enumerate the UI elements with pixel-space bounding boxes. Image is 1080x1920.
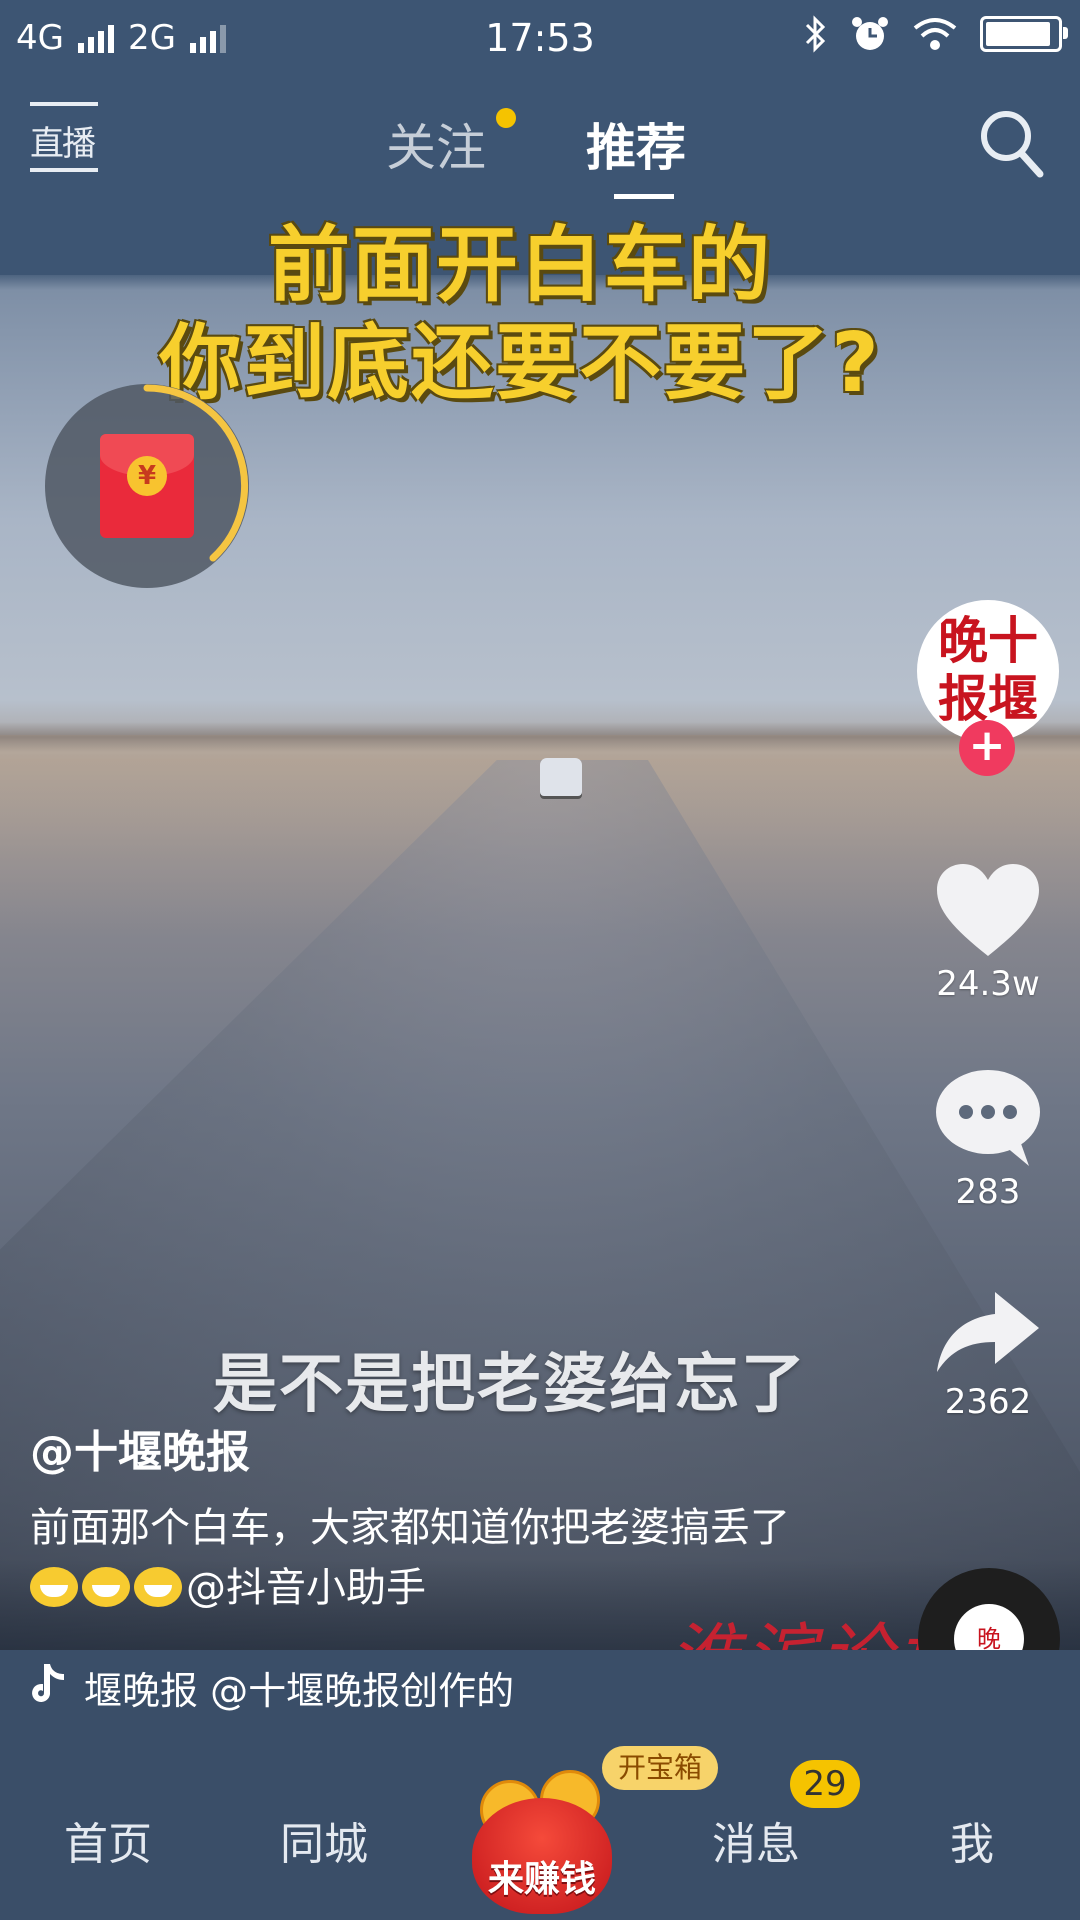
treasure-chest-badge[interactable]: 开宝箱	[602, 1746, 719, 1790]
share-arrow-icon	[937, 1292, 1039, 1372]
wifi-icon	[913, 18, 957, 50]
search-icon[interactable]	[978, 108, 1044, 178]
author-handle[interactable]: @十堰晚报	[30, 1416, 250, 1480]
bluetooth-icon	[805, 15, 826, 53]
battery-icon	[980, 16, 1068, 52]
nav-nearby[interactable]: 同城	[280, 1808, 368, 1872]
status-bar: 4G 2G 17:53	[0, 0, 1080, 78]
status-icons	[804, 14, 1068, 54]
grin-emoji-icon	[134, 1567, 182, 1607]
comment-button[interactable]: 283	[920, 1068, 1056, 1212]
nav-messages[interactable]: 消息	[712, 1808, 800, 1872]
live-button[interactable]: 直播	[30, 102, 98, 172]
follow-notification-dot	[496, 108, 516, 128]
video-horizon	[0, 722, 1080, 752]
alarm-icon	[852, 17, 888, 50]
avatar-logo: 晚十 报堰	[938, 611, 1038, 728]
mention-link[interactable]: @抖音小助手	[186, 1565, 426, 1611]
tiktok-note-icon	[32, 1664, 64, 1702]
tab-follow[interactable]: 关注	[386, 108, 486, 180]
music-bar[interactable]: 堰晚报 @十堰晚报创作的	[0, 1650, 1080, 1720]
follow-button[interactable]: +	[959, 720, 1015, 776]
comment-count: 283	[955, 1172, 1021, 1212]
live-label: 直播	[30, 124, 96, 164]
like-count: 24.3w	[936, 964, 1040, 1004]
nav-home[interactable]: 首页	[64, 1808, 152, 1872]
video-white-car	[540, 758, 582, 796]
grin-emoji-icon	[82, 1567, 130, 1607]
top-nav: 直播 关注 推荐	[0, 90, 1080, 200]
tab-recommend[interactable]: 推荐	[586, 108, 686, 180]
red-packet-widget[interactable]: ¥	[45, 384, 249, 588]
live-icon-top-line	[30, 102, 98, 106]
share-count: 2362	[944, 1382, 1032, 1422]
messages-count-badge: 29	[790, 1760, 860, 1808]
nav-me[interactable]: 我	[950, 1808, 994, 1872]
screen: 4G 2G 17:53 直播 关注 推荐 前面开白车的 你到底还要不要了? ¥ …	[0, 0, 1080, 1920]
grin-emoji-icon	[30, 1567, 78, 1607]
live-icon-bottom-line	[30, 168, 98, 172]
description-text: 前面那个白车，大家都知道你把老婆搞丢了	[30, 1505, 790, 1551]
video-subtitle: 是不是把老婆给忘了	[213, 1348, 807, 1422]
music-title: 堰晚报 @十堰晚报创作的	[84, 1669, 515, 1713]
yuan-coin-icon: ¥	[127, 456, 167, 496]
like-button[interactable]: 24.3w	[920, 860, 1056, 1004]
bottom-nav: 首页 同城 来赚钱 开宝箱 消息 29 我	[0, 1720, 1080, 1920]
heart-icon	[937, 864, 1039, 956]
share-button[interactable]: 2362	[920, 1288, 1056, 1422]
earn-money-label: 来赚钱	[487, 1859, 596, 1900]
earn-money-button[interactable]: 来赚钱	[462, 1750, 622, 1920]
comment-bubble-icon	[936, 1070, 1040, 1166]
